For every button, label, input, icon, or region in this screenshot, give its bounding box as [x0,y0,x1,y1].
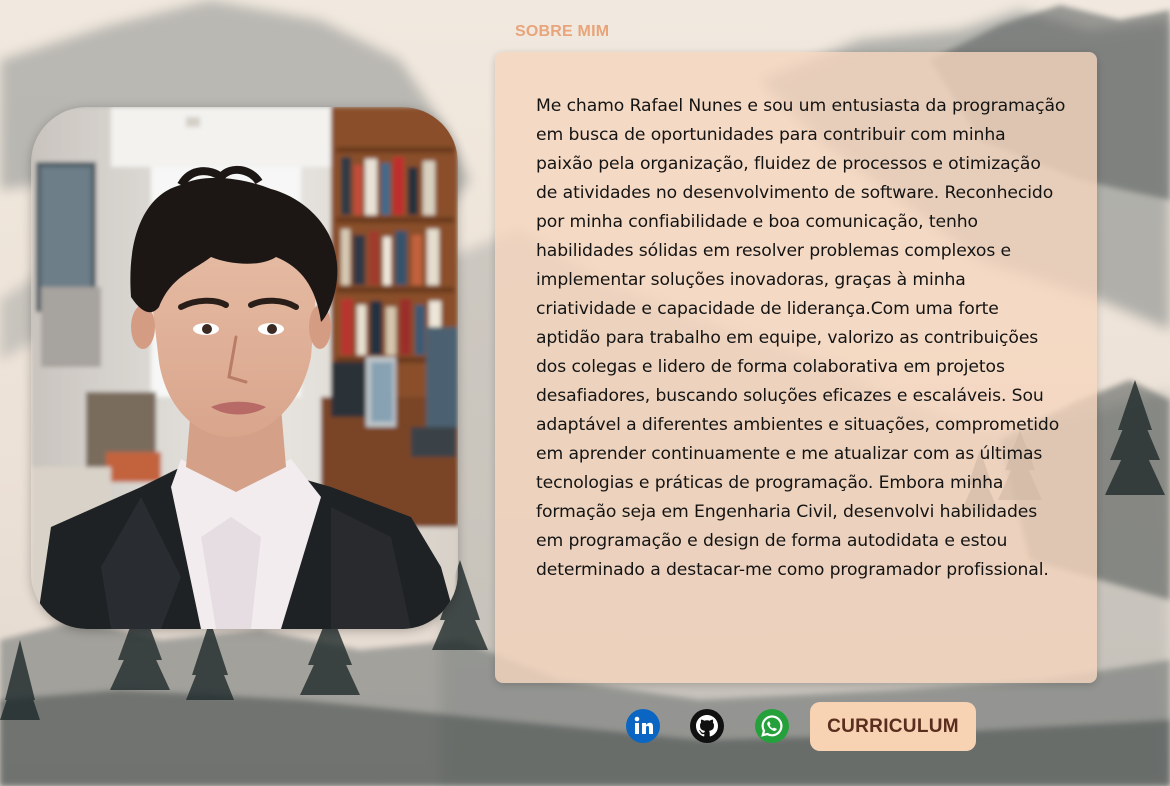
bio-text: Me chamo Rafael Nunes e sou um entusiast… [536,96,1066,580]
github-icon [690,709,724,743]
github-link[interactable] [689,708,725,744]
linkedin-link[interactable] [625,708,661,744]
section-title: SOBRE MIM [515,23,610,40]
curriculum-button[interactable]: CURRICULUM [810,702,976,751]
linkedin-icon [626,709,660,743]
whatsapp-icon [755,709,789,743]
profile-photo [31,107,458,629]
profile-photo-illustration [31,107,458,629]
whatsapp-link[interactable] [754,708,790,744]
about-card: Me chamo Rafael Nunes e sou um entusiast… [495,52,1097,683]
